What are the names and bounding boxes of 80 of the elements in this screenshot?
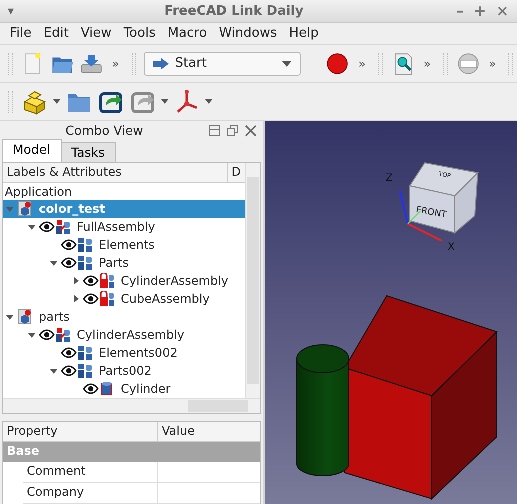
- collapsed-arrow-icon[interactable]: [74, 277, 78, 286]
- column-header[interactable]: Value: [158, 422, 199, 441]
- eye-icon[interactable]: [61, 365, 77, 378]
- menu-item[interactable]: Edit: [38, 26, 75, 41]
- assembly-icon: [55, 219, 71, 236]
- document-icon: [17, 309, 33, 326]
- tree-item[interactable]: Cylinder: [3, 380, 245, 398]
- overflow-chevron[interactable]: »: [108, 56, 124, 70]
- x-axis: [408, 223, 442, 242]
- parts-group-icon: [77, 345, 93, 362]
- expanded-arrow-icon[interactable]: [28, 224, 36, 230]
- expanded-arrow-icon[interactable]: [50, 368, 58, 374]
- tree-item[interactable]: Elements: [3, 236, 245, 254]
- tab[interactable]: Model: [2, 139, 62, 162]
- parts-group-icon: [77, 237, 93, 254]
- window-title: FreeCAD Link Daily: [164, 4, 305, 18]
- dock-icon[interactable]: [209, 124, 221, 137]
- minimize-button[interactable]: –: [456, 2, 464, 20]
- menu-item[interactable]: Help: [283, 26, 325, 41]
- expanded-arrow-icon[interactable]: [50, 260, 58, 266]
- tree-root-label: Application: [4, 184, 74, 200]
- tree-item[interactable]: color_test: [3, 200, 245, 218]
- eye-icon[interactable]: [83, 293, 99, 306]
- arrow-right-icon: [153, 58, 170, 70]
- tree-item[interactable]: FullAssembly: [3, 218, 245, 236]
- menu-item[interactable]: Macro: [162, 26, 214, 41]
- z-axis-label: Z: [386, 173, 393, 184]
- collapsed-arrow-icon[interactable]: [74, 295, 78, 304]
- window-menu-icon[interactable]: ▾: [8, 4, 22, 18]
- eye-icon[interactable]: [39, 221, 55, 234]
- eye-icon[interactable]: [61, 239, 77, 252]
- horizontal-scrollbar[interactable]: [3, 398, 260, 414]
- property-name: Comment: [23, 462, 158, 482]
- tree-item[interactable]: Parts002: [3, 362, 245, 380]
- document-icon: [17, 201, 33, 218]
- close-icon[interactable]: [245, 124, 257, 137]
- workbench-dropdown[interactable]: Start: [144, 52, 302, 76]
- tree-item[interactable]: CylinderAssembly: [3, 272, 245, 290]
- parts-group-icon: [77, 363, 93, 380]
- eye-icon[interactable]: [83, 275, 99, 288]
- menu-item[interactable]: View: [74, 26, 118, 41]
- float-icon[interactable]: [227, 124, 239, 137]
- property-name: Company: [23, 483, 158, 503]
- tab[interactable]: Tasks: [60, 142, 116, 162]
- caret-icon: [282, 60, 292, 66]
- column-header[interactable]: Labels & Attributes: [3, 163, 228, 182]
- front-label: FRONT: [415, 205, 448, 221]
- eye-icon[interactable]: [83, 383, 99, 396]
- tree-item[interactable]: Elements002: [3, 344, 245, 362]
- eye-icon[interactable]: [39, 329, 55, 342]
- overflow-chevron[interactable]: »: [484, 56, 500, 70]
- locked-assembly-icon: [99, 273, 115, 290]
- menu-item[interactable]: File: [4, 26, 38, 41]
- expanded-arrow-icon[interactable]: [6, 314, 14, 320]
- menu-item[interactable]: Tools: [118, 26, 162, 41]
- menu-item[interactable]: Windows: [213, 26, 284, 41]
- expanded-arrow-icon[interactable]: [28, 332, 36, 338]
- caret-icon[interactable]: [205, 99, 213, 104]
- z-axis: [399, 190, 409, 224]
- overflow-chevron[interactable]: »: [420, 56, 436, 70]
- column-header[interactable]: D: [228, 163, 245, 182]
- eye-icon[interactable]: [61, 257, 77, 270]
- maximize-button[interactable]: +: [474, 2, 486, 20]
- x-axis-label: X: [448, 242, 455, 253]
- vertical-scrollbar[interactable]: [245, 163, 260, 398]
- cylinder-icon: [99, 381, 115, 398]
- column-header[interactable]: Property: [3, 422, 158, 441]
- locked-assembly-icon: [99, 291, 115, 308]
- tree-item[interactable]: parts: [3, 308, 245, 326]
- assembly-icon: [55, 327, 71, 344]
- close-button[interactable]: ×: [496, 2, 509, 20]
- tree-item[interactable]: Parts: [3, 254, 245, 272]
- caret-icon[interactable]: [53, 99, 61, 104]
- tree-item[interactable]: CylinderAssembly: [3, 326, 245, 344]
- panel-title: Combo View: [64, 123, 144, 138]
- parts-group-icon: [77, 255, 93, 272]
- tree-item[interactable]: CubeAssembly: [3, 290, 245, 308]
- eye-icon[interactable]: [61, 347, 77, 360]
- caret-icon[interactable]: [161, 99, 169, 104]
- overflow-chevron[interactable]: »: [354, 56, 370, 70]
